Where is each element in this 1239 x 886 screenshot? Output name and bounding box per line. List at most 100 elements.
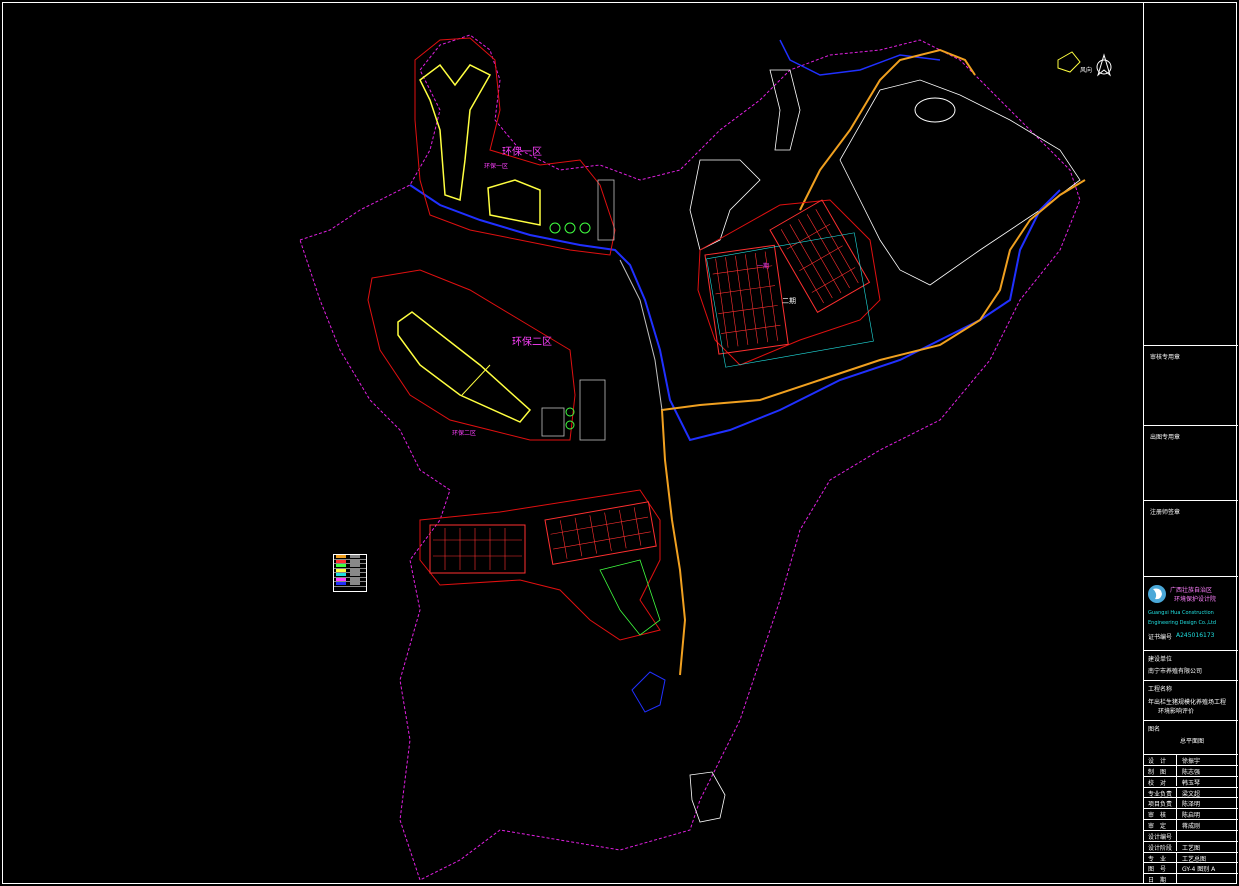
- tb-row: 设 计 徐振宇: [1144, 754, 1238, 765]
- zone2-pond: [397, 311, 532, 423]
- legend-row: [334, 582, 366, 587]
- tank-3: [579, 222, 591, 234]
- tb-row-divider: [1176, 863, 1177, 874]
- tb-row-divider: [1176, 776, 1177, 787]
- tb-row: 制 图 陈志强: [1144, 764, 1238, 776]
- zone2-divider: [461, 364, 491, 396]
- tb-company: 广西壮族自治区 环境保护设计院 Guangxi Hua Construction…: [1144, 576, 1238, 650]
- barn-ne-2: [769, 199, 871, 313]
- wind-label: 风向: [1080, 66, 1092, 74]
- tb-row: 专 业 工艺总图: [1144, 851, 1238, 863]
- tb-row-name: GY-4 图别 A: [1182, 866, 1216, 874]
- tb-drawing-title: 图名 总平面图: [1144, 720, 1238, 754]
- tb-row: 设计编号: [1144, 829, 1238, 841]
- tb-row-role: 审 核: [1148, 812, 1167, 820]
- hill-contour-3: [769, 69, 801, 151]
- tb-row-role: 专业负责: [1148, 790, 1173, 798]
- stream-north: [779, 39, 941, 76]
- tb-review-stamp-label: 审核专用章: [1150, 354, 1181, 361]
- company-name-en-2: Engineering Design Co.,Ltd: [1148, 620, 1217, 626]
- tank-1: [549, 222, 561, 234]
- project-label: 工程名称: [1148, 686, 1173, 693]
- tb-row-role: 专 业: [1148, 855, 1167, 863]
- drawing-title: 总平面图: [1180, 738, 1205, 745]
- company-logo-icon: [1148, 585, 1166, 603]
- wind-rose-icon: [1057, 51, 1081, 73]
- tb-row-name: 蒋成刚: [1182, 823, 1201, 830]
- tb-row: 审 定 蒋成刚: [1144, 819, 1238, 830]
- tb-row-divider: [1176, 809, 1177, 819]
- hill-dome: [914, 97, 956, 123]
- tb-row-role: 审 定: [1148, 823, 1167, 830]
- tb-row: 设计阶段 工艺图: [1144, 840, 1238, 852]
- south-pond-1: [631, 671, 666, 713]
- tb-row-name: 梁文超: [1182, 790, 1201, 798]
- zone2-sublabel: 环保二区: [452, 429, 476, 437]
- tb-row-role: 设计编号: [1148, 833, 1173, 841]
- tb-row-name: 陈泽明: [1182, 801, 1201, 809]
- zone1-facility: [597, 179, 615, 241]
- drawing-title-label: 图名: [1148, 726, 1161, 733]
- tb-engineer-stamp: 注册师签章: [1144, 500, 1238, 576]
- tb-row-role: 制 图: [1148, 768, 1167, 776]
- hill-contour: [839, 79, 1081, 286]
- tb-row-role: 设计阶段: [1148, 844, 1173, 852]
- tb-row-divider: [1176, 841, 1177, 852]
- company-name-cn-1: 广西壮族自治区: [1170, 587, 1213, 594]
- zone1-sublabel: 环保一区: [484, 162, 508, 170]
- tank-5: [565, 420, 575, 430]
- tb-row: 审 核 陈启明: [1144, 808, 1238, 819]
- tb-row-divider: [1176, 852, 1177, 863]
- tb-row-divider: [1176, 874, 1177, 884]
- tank-2: [564, 222, 576, 234]
- zone2-boundary: [367, 269, 576, 441]
- company-name-cn-2: 环境保护设计院: [1174, 596, 1217, 603]
- cert-label: 证书编号: [1148, 634, 1173, 641]
- tb-row: 专业负责 梁文超: [1144, 786, 1238, 798]
- tb-row-divider: [1176, 830, 1177, 841]
- tb-row-role: 校 对: [1148, 779, 1167, 787]
- company-name-en-1: Guangxi Hua Construction: [1148, 610, 1214, 616]
- tb-signature-grid: 设 计 徐振宇制 图 陈志强校 对 韩玉琴 专业负责 梁文超 项目负责 陈泽明审 核 陈启明审 …: [1144, 754, 1238, 884]
- title-block: 审核专用章 出图专用章 注册师签章 广西壮族自治区 环境保护设计院 Guangx…: [1143, 2, 1238, 884]
- tb-row: 校 对 韩玉琴: [1144, 775, 1238, 787]
- zone-north-sublabel: 一期: [757, 262, 769, 270]
- cert-number: A245016173: [1176, 632, 1215, 639]
- tb-row: 图 号 GY-4 图别 A: [1144, 862, 1238, 873]
- project-name-1: 年出栏生猪规模化养殖场工程: [1148, 699, 1227, 706]
- tb-row-name: 陈志强: [1182, 768, 1201, 776]
- client-label: 建设单位: [1148, 656, 1173, 663]
- compass-icon: [1096, 59, 1112, 75]
- tb-project: 工程名称 年出栏生猪规模化养殖场工程 环境影响评价: [1144, 680, 1238, 720]
- s-service-area: [599, 559, 661, 636]
- zone2-label: 环保二区: [512, 335, 552, 348]
- tb-review-stamp: 审核专用章: [1144, 345, 1238, 425]
- tb-row-divider: [1176, 787, 1177, 798]
- tb-row: 项目负责 陈泽明: [1144, 797, 1238, 808]
- zone1-lagoon: [487, 179, 541, 226]
- zone2-building: [579, 379, 606, 441]
- tb-row-divider: [1176, 755, 1177, 765]
- client-name: 南宁市养殖有限公司: [1148, 668, 1203, 675]
- barn-s-1: [429, 524, 526, 574]
- zone2-facility: [541, 407, 565, 437]
- barn-s-2: [544, 501, 657, 565]
- zone1-pond: [419, 63, 492, 202]
- tb-row-role: 项目负责: [1148, 801, 1173, 809]
- tb-row-name: 工艺总图: [1182, 855, 1207, 863]
- tb-issue-stamp-label: 出图专用章: [1150, 434, 1181, 441]
- zone1-label: 环保一区: [502, 145, 542, 158]
- barn-ne-1: [704, 244, 789, 355]
- tb-engineer-stamp-label: 注册师签章: [1150, 509, 1181, 516]
- south-pond-2: [689, 771, 726, 823]
- site-plan-drawing: 环保一区 环保一区 环保二区 环保二区 二期 一期 风向: [299, 34, 1112, 881]
- s-complex-boundary: [419, 489, 661, 641]
- tb-row-name: 工艺图: [1182, 844, 1201, 852]
- site-boundary: [299, 34, 1081, 881]
- tb-row-name: 陈启明: [1182, 812, 1201, 820]
- tb-row-divider: [1176, 820, 1177, 830]
- tb-row-role: 图 号: [1148, 866, 1167, 874]
- tb-row-name: 徐振宇: [1182, 758, 1201, 765]
- project-name-2: 环境影响评价: [1158, 708, 1195, 715]
- tb-row-divider: [1176, 765, 1177, 776]
